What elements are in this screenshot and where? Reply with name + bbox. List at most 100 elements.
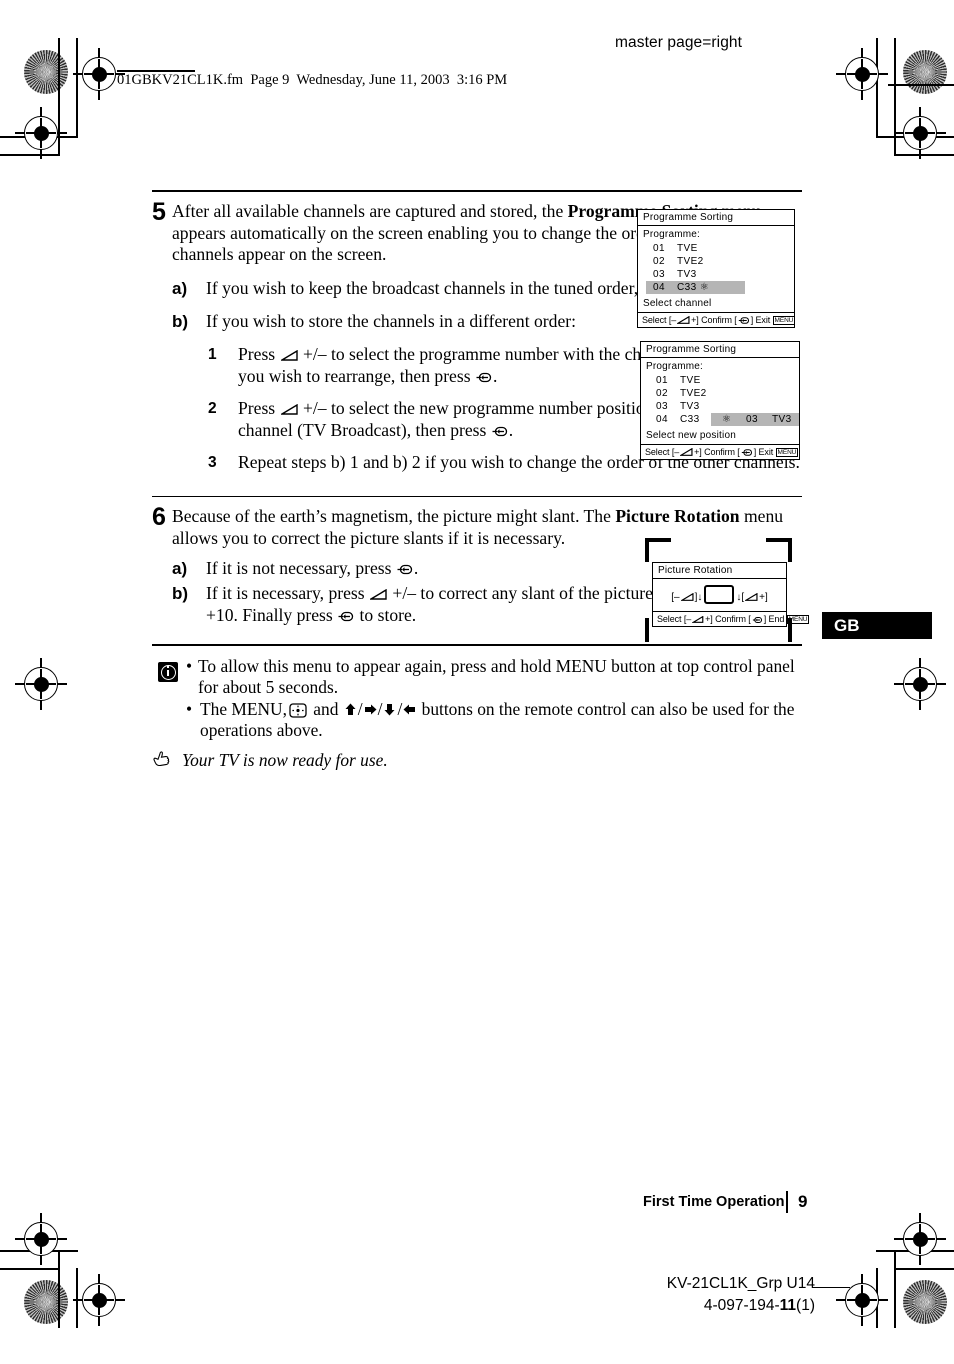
osd1-programme-label: Programme: — [643, 229, 701, 240]
registration-rosette-bottom-right — [903, 1280, 947, 1324]
registration-mark-right-lower — [894, 1213, 946, 1265]
registration-rosette-bottom-left — [24, 1280, 68, 1324]
volume-wedge-icon — [680, 593, 694, 601]
osd1-footer-confirm: Confirm [ — [701, 315, 737, 325]
osd-pr-footer: Select [– +] Confirm [] End MENU — [653, 611, 810, 626]
step-5-item-2-label: 2 — [208, 400, 217, 418]
step-6-sub-a-text-pre: If it is not necessary, press — [206, 557, 396, 578]
osd1-body: Programme: 01 TVE 02 TVE2 03 TV3 04 C33 ⚛ — [638, 226, 794, 296]
osd-pr-title: Picture Rotation — [653, 563, 786, 579]
bullet-glyph: • — [186, 699, 193, 719]
volume-wedge-icon — [677, 316, 690, 324]
osd-pr-footer-menu-key: MENU — [786, 615, 810, 624]
note-item-2-text-pre: The MENU, — [200, 699, 287, 719]
osd1-footer-select: Select [– — [642, 315, 677, 325]
osd1-row-name: TVE — [677, 243, 698, 254]
registration-mark-left-middle — [15, 658, 67, 710]
language-tab-gb: GB — [822, 612, 932, 639]
osd-pr-footer-end: End — [768, 614, 785, 624]
arrow-up-icon — [343, 701, 358, 716]
step-6-number: 6 — [152, 503, 166, 532]
step-6-sub-b-text-pre: If it is necessary, press — [206, 583, 370, 604]
notes-block: • To allow this menu to appear again, pr… — [152, 656, 804, 742]
return-enter-icon — [397, 563, 413, 576]
bullet-glyph: • — [186, 656, 193, 676]
osd2-row-name: TVE — [680, 375, 701, 386]
crop-bracket — [645, 618, 649, 642]
registration-mark-right-middle — [894, 658, 946, 710]
osd1-row-selected: 04 C33 ⚛ — [646, 281, 745, 294]
osd-pr-left-key: [– — [671, 592, 680, 603]
volume-wedge-icon — [692, 616, 704, 623]
osd2-target-number: 03 — [746, 414, 758, 425]
step-5-item-2-text-a: Press — [238, 398, 280, 419]
step-5-item-1-text-c: . — [492, 365, 498, 386]
part-number-suffix: (1) — [796, 1297, 815, 1314]
trim-line — [876, 38, 878, 137]
osd1-row-number: 03 — [653, 269, 665, 280]
osd-pr-footer-select-end: +] — [705, 614, 713, 624]
osd-pr-footer-confirm: Confirm [ — [715, 614, 751, 624]
volume-wedge-icon — [745, 593, 758, 601]
return-enter-icon — [738, 316, 750, 325]
osd-picture-rotation: Picture Rotation [–]↓ ↓[+] Select [– +] Co… — [652, 562, 810, 627]
volume-wedge-icon — [280, 404, 298, 415]
registration-mark-left-lower — [15, 1213, 67, 1265]
osd-pr-right-bracket: [ — [741, 592, 745, 603]
osd2-row: 03 TV3 — [646, 400, 799, 413]
osd2-row-with-target: 04 C33 ⚛ 03 TV3 — [646, 413, 799, 426]
registration-mark-bottom-left — [73, 1274, 125, 1326]
step-6-sub-a-label: a) — [172, 558, 188, 578]
step-5-text-pre: After all available channels are capture… — [172, 201, 568, 221]
osd1-row: 01 TVE — [643, 242, 794, 255]
running-head: First Time Operation — [643, 1194, 785, 1210]
osd2-footer-exit: Exit — [758, 447, 774, 457]
osd2-footer-confirm-end: ] — [753, 447, 757, 457]
swap-marker-icon: ⚛ — [722, 414, 732, 425]
osd2-row-name: C33 — [680, 414, 700, 425]
osd2-title: Programme Sorting — [641, 342, 799, 358]
swap-marker-icon: ⚛ — [699, 282, 710, 293]
trim-line — [0, 154, 60, 156]
osd1-row-number: 01 — [653, 243, 665, 254]
model-code: KV-21CL1K_Grp U14 — [666, 1275, 815, 1292]
osd2-row-number: 02 — [656, 388, 668, 399]
return-enter-icon — [492, 425, 508, 438]
osd1-footer-select-end: +] — [691, 315, 699, 325]
step-5-item-1-label: 1 — [208, 345, 217, 363]
osd1-row-name: TVE2 — [677, 256, 704, 267]
step-6-sub-a-text-post: . — [413, 557, 419, 578]
osd-pr-control: [–]↓ ↓[+] — [653, 579, 786, 611]
center-joystick-icon — [289, 702, 307, 718]
note-item-2-text-mid: and — [308, 699, 343, 719]
section-rule-bottom — [152, 644, 802, 646]
osd2-target-name: TV3 — [772, 414, 792, 425]
registration-mark-top-left — [73, 48, 125, 100]
osd1-row-name: C33 — [677, 282, 697, 293]
note-item-2: • The MENU, and / / / buttons on the remot… — [186, 699, 795, 740]
step-5-item-3-label: 3 — [208, 454, 217, 472]
return-enter-icon — [752, 616, 763, 624]
step-5-item-1-text-a: Press — [238, 343, 280, 364]
registration-rosette-top-right — [903, 50, 947, 94]
osd-pr-footer-confirm-end: ] — [763, 614, 767, 624]
step-6-bold-term: Picture Rotation — [615, 506, 740, 527]
osd1-title: Programme Sorting — [638, 210, 794, 226]
step-5-sub-a-label: a) — [172, 278, 188, 298]
osd-pr-right-key: +] — [759, 592, 768, 603]
osd1-footer-menu-key: MENU — [772, 316, 796, 325]
step-6-sub-b-text-post: to store. — [355, 604, 417, 625]
step-6-text-pre: Because of the earth’s magnetism, the pi… — [172, 506, 616, 527]
trim-line — [894, 1268, 954, 1270]
trim-line — [58, 1250, 60, 1328]
part-number-prefix: 4-097-194- — [703, 1297, 780, 1314]
osd2-programme-label: Programme: — [646, 361, 704, 372]
osd1-footer-confirm-end: ] — [750, 315, 754, 325]
step-6-sub-b-label: b) — [172, 584, 189, 604]
pointing-hand-icon — [152, 750, 174, 770]
step-5-item-2-text-c: . — [508, 419, 514, 440]
osd-programme-sorting-step1: Programme Sorting Programme: 01 TVE 02 TVE… — [637, 209, 796, 328]
filename-rule-right — [888, 84, 954, 86]
arrow-right-icon — [363, 701, 378, 716]
osd1-row-number: 04 — [653, 282, 665, 293]
